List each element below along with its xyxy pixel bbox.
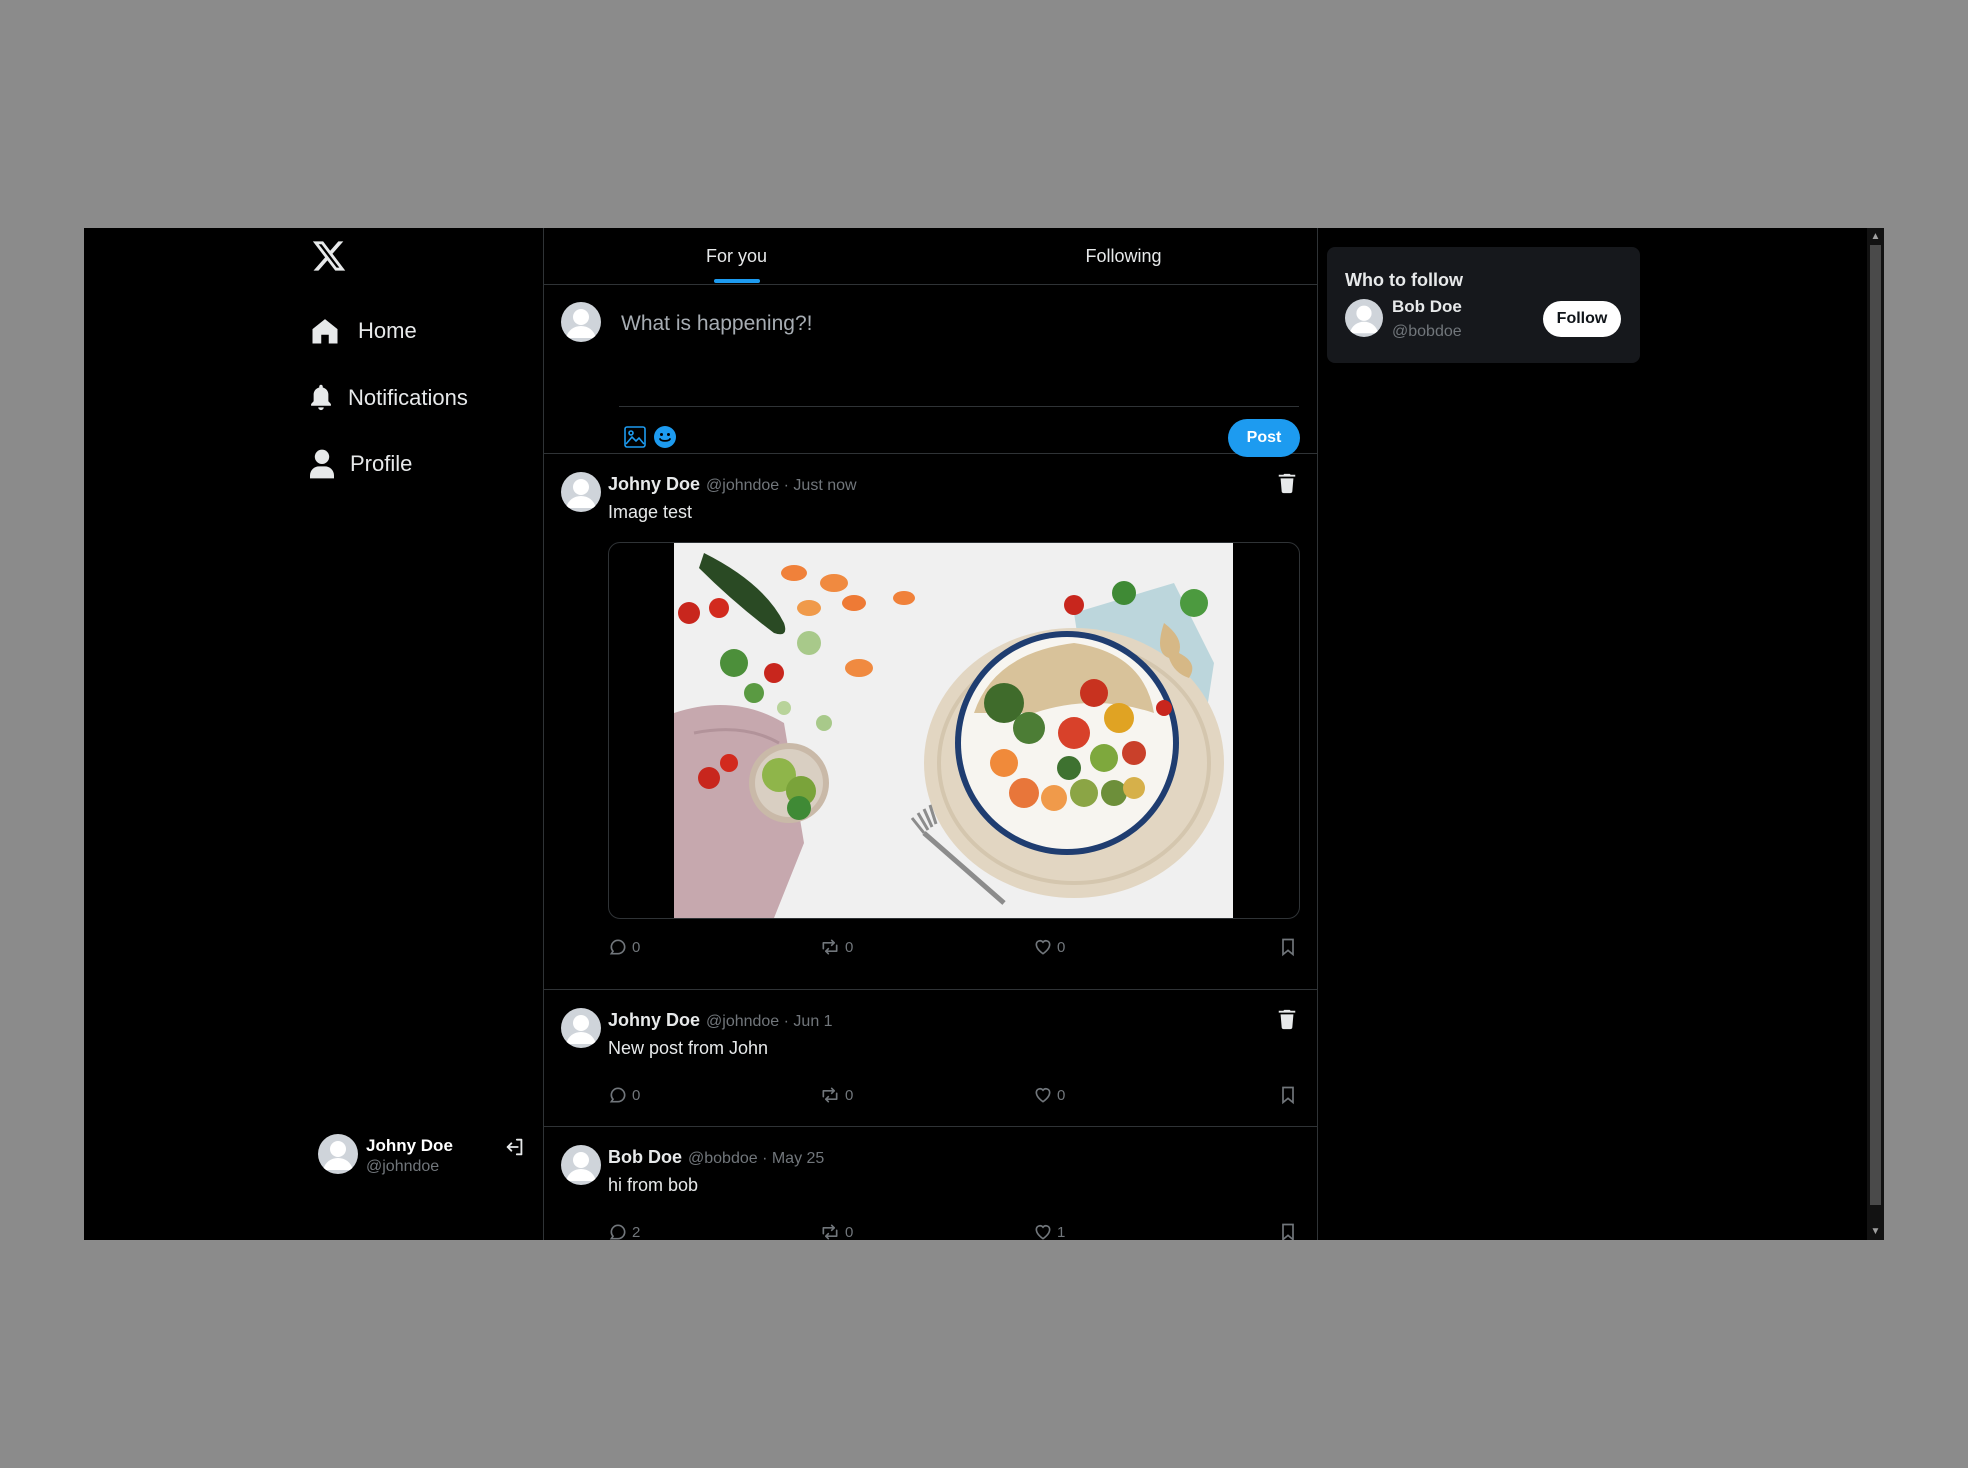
avatar [561,1145,601,1185]
post-author-name[interactable]: Bob Doe [608,1147,682,1167]
tab-following[interactable]: Following [930,228,1317,284]
home-icon [310,314,340,348]
post-author-name[interactable]: Johny Doe [608,1010,700,1030]
reply-button[interactable]: 0 [608,937,640,957]
post-meta: @johndoe · Just now [706,477,857,494]
nav-profile[interactable]: Profile [310,444,412,484]
who-to-follow-title: Who to follow [1345,270,1463,290]
nav-home-label: Home [358,318,417,343]
left-sidebar: Home Notifications Profile Johny Doe @jo… [84,228,544,1240]
reply-count: 0 [632,1086,641,1104]
like-button[interactable]: 1 [1033,1222,1065,1240]
post-actions: 0 0 0 [608,1085,1298,1111]
tab-for-you[interactable]: For you [543,228,930,284]
post-header: Johny Doe @johndoe · Jun 1 [608,1010,833,1031]
post-meta: @johndoe · Jun 1 [706,1013,833,1030]
reply-button[interactable]: 2 [608,1222,640,1240]
avatar [318,1134,358,1174]
repost-icon [822,1087,838,1103]
bookmark-icon [1282,938,1294,957]
post-item[interactable]: Johny Doe @johndoe · Just now Image test [543,454,1317,990]
reply-icon [609,1224,626,1240]
post-actions: 0 0 0 [608,937,1298,963]
emoji-icon[interactable] [653,425,677,449]
avatar [561,472,601,512]
avatar [561,302,601,342]
reply-button[interactable]: 0 [608,1085,640,1105]
suggested-user-name[interactable]: Bob Doe [1392,297,1462,317]
bookmark-icon [1282,1223,1294,1240]
scroll-up-icon[interactable]: ▲ [1867,228,1884,245]
x-logo-icon[interactable] [311,238,347,274]
heart-icon [1035,1224,1051,1240]
like-count: 0 [1057,938,1066,956]
nav-notifications-label: Notifications [348,385,468,410]
nav-profile-label: Profile [350,451,413,476]
post-actions: 2 0 1 [608,1222,1298,1240]
trash-icon[interactable] [1276,1008,1298,1030]
image-upload-icon[interactable] [623,425,647,449]
post-meta: @bobdoe · May 25 [688,1150,825,1167]
reply-count: 2 [632,1223,641,1241]
suggested-user-handle: @bobdoe [1392,323,1462,340]
repost-count: 0 [845,1223,854,1241]
avatar[interactable] [1345,299,1383,337]
heart-icon [1035,939,1051,955]
bookmark-button[interactable] [1278,937,1302,957]
repost-button[interactable]: 0 [819,937,853,957]
repost-count: 0 [845,938,854,956]
page-scrollbar[interactable]: ▲ ▼ [1867,228,1884,1240]
reply-icon [609,939,626,955]
main-timeline: For you Following Post Johny Doe@ [543,228,1318,1240]
bell-icon [310,381,332,415]
repost-icon [822,1224,838,1240]
post-text: hi from bob [608,1175,699,1195]
timeline-tabs: For you Following [543,228,1317,285]
account-handle: @johndoe [366,1158,440,1175]
scroll-down-icon[interactable]: ▼ [1867,1223,1884,1240]
post-text: New post from John [608,1038,769,1058]
like-count: 1 [1057,1223,1066,1241]
heart-icon [1035,1087,1051,1103]
like-count: 0 [1057,1086,1066,1104]
active-tab-indicator [714,279,760,283]
composer-divider [619,406,1299,407]
follow-button[interactable]: Follow [1543,301,1621,337]
repost-button[interactable]: 0 [819,1085,853,1105]
bookmark-icon [1282,1086,1294,1105]
nav-notifications[interactable]: Notifications [310,378,468,418]
who-to-follow-card: Who to follow Bob Doe @bobdoe Follow [1327,247,1640,363]
repost-button[interactable]: 0 [819,1222,853,1240]
reply-count: 0 [632,938,641,956]
like-button[interactable]: 0 [1033,937,1065,957]
trash-icon[interactable] [1276,472,1298,494]
post-text: Image test [608,502,693,522]
bookmark-button[interactable] [1278,1222,1302,1240]
user-icon [310,447,334,481]
post-item[interactable]: Bob Doe @bobdoe · May 25 hi from bob 2 0 … [543,1127,1317,1240]
post-header: Bob Doe @bobdoe · May 25 [608,1147,824,1168]
compose-input[interactable] [619,303,1303,345]
account-switcher[interactable]: Johny Doe @johndoe [318,1134,558,1184]
post-media[interactable] [608,542,1300,919]
repost-count: 0 [845,1086,854,1104]
post-composer: Post [543,285,1317,457]
nav-home[interactable]: Home [310,311,417,351]
reply-icon [609,1087,626,1103]
account-name: Johny Doe [366,1136,453,1155]
repost-icon [822,939,838,955]
logout-icon[interactable] [504,1136,526,1158]
post-button[interactable]: Post [1228,419,1300,457]
post-item[interactable]: Johny Doe @johndoe · Jun 1 New post from … [543,990,1317,1127]
like-button[interactable]: 0 [1033,1085,1065,1105]
post-author-name[interactable]: Johny Doe [608,474,700,494]
bookmark-button[interactable] [1278,1085,1302,1105]
app-window: Home Notifications Profile Johny Doe @jo… [84,228,1884,1240]
avatar [561,1008,601,1048]
food-bowl-image [674,543,1233,918]
scroll-thumb[interactable] [1870,245,1881,1205]
post-header: Johny Doe @johndoe · Just now [608,474,857,495]
